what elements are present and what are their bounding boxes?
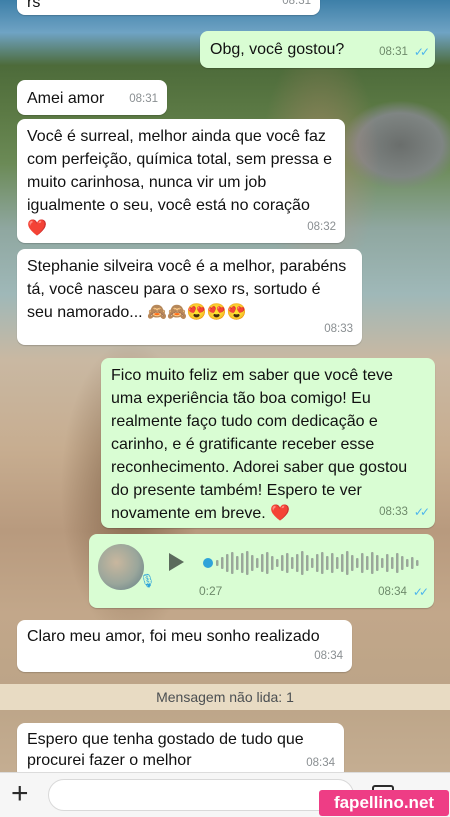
- voice-sender-avatar: [98, 544, 144, 590]
- message-time: 08:34 ✓✓: [378, 582, 429, 603]
- voice-waveform[interactable]: [203, 548, 425, 578]
- message-text: Você é surreal, melhor ainda que você fa…: [27, 128, 333, 237]
- message-time: 08:33: [324, 323, 353, 335]
- double-check-icon: ✓✓: [412, 585, 429, 599]
- watermark: fapellino.net: [319, 790, 449, 816]
- double-check-icon: ✓✓: [413, 45, 430, 59]
- message-time: 08:31 ✓✓: [379, 42, 430, 63]
- message-outgoing[interactable]: Obg, você gostou? 08:31 ✓✓: [200, 31, 435, 68]
- double-check-icon: ✓✓: [413, 505, 430, 519]
- message-text: Espero que tenha gostado de tudo que pro…: [27, 731, 304, 769]
- message-text: Claro meu amor, foi meu sonho realizado: [27, 628, 320, 645]
- play-icon[interactable]: [169, 553, 184, 571]
- unread-messages-banner: Mensagem não lida: 1: [0, 684, 450, 710]
- message-text: Stephanie silveira você é a melhor, para…: [27, 258, 347, 321]
- message-incoming[interactable]: Stephanie silveira você é a melhor, para…: [17, 249, 362, 345]
- message-time: 08:31: [282, 0, 311, 7]
- message-time: 08:31: [129, 93, 158, 105]
- message-time: 08:34: [314, 650, 343, 662]
- voice-duration: 0:27: [199, 584, 223, 598]
- message-time: 08:33 ✓✓: [379, 502, 430, 523]
- message-text: rs: [27, 0, 41, 11]
- message-incoming[interactable]: Você é surreal, melhor ainda que você fa…: [17, 119, 345, 243]
- mic-icon: 🎙: [139, 573, 156, 588]
- message-text: Amei amor: [27, 90, 105, 107]
- message-text: Obg, você gostou?: [210, 41, 345, 58]
- voice-message[interactable]: 🎙 0:27 08:34 ✓✓: [89, 534, 434, 608]
- message-time: 08:34: [306, 757, 335, 769]
- message-input[interactable]: [48, 779, 354, 811]
- message-text: Fico muito feliz em saber que você teve …: [111, 367, 408, 522]
- message-incoming[interactable]: Espero que tenha gostado de tudo que pro…: [17, 723, 344, 779]
- message-incoming[interactable]: Claro meu amor, foi meu sonho realizado …: [17, 620, 352, 672]
- plus-icon[interactable]: +: [11, 779, 29, 809]
- message-time: 08:32: [307, 221, 336, 233]
- message-incoming[interactable]: Amei amor 08:31: [17, 80, 167, 115]
- message-incoming[interactable]: rs 08:31: [17, 0, 320, 15]
- message-outgoing[interactable]: Fico muito feliz em saber que você teve …: [101, 358, 435, 528]
